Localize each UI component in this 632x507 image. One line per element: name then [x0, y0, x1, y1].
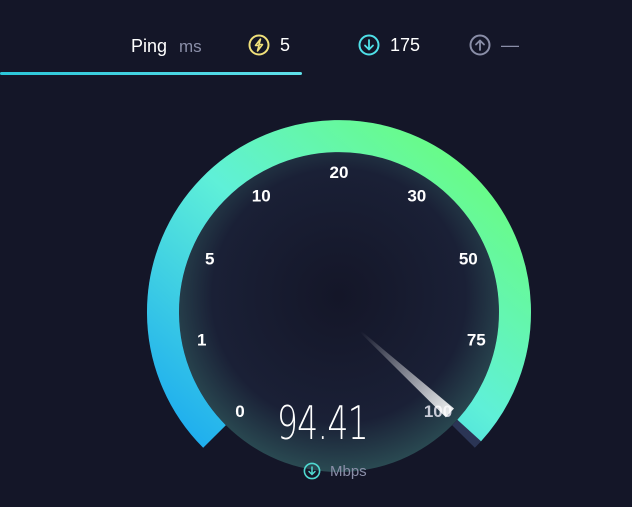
- gauge-tick-label: 30: [407, 187, 426, 206]
- speed-unit-label: Mbps: [330, 462, 367, 480]
- gauge-tick-label: 50: [459, 249, 478, 268]
- gauge-tick-label: 5: [205, 249, 214, 268]
- speed-unit-row: Mbps: [303, 462, 367, 480]
- gauge-tick-label: 1: [197, 330, 206, 349]
- gauge-tick-label: 75: [467, 330, 486, 349]
- speed-value: 94.41: [276, 396, 369, 450]
- gauge-tick-label: 20: [330, 163, 349, 182]
- gauge-tick-label: 10: [252, 187, 271, 206]
- download-arrow-icon: [303, 462, 321, 480]
